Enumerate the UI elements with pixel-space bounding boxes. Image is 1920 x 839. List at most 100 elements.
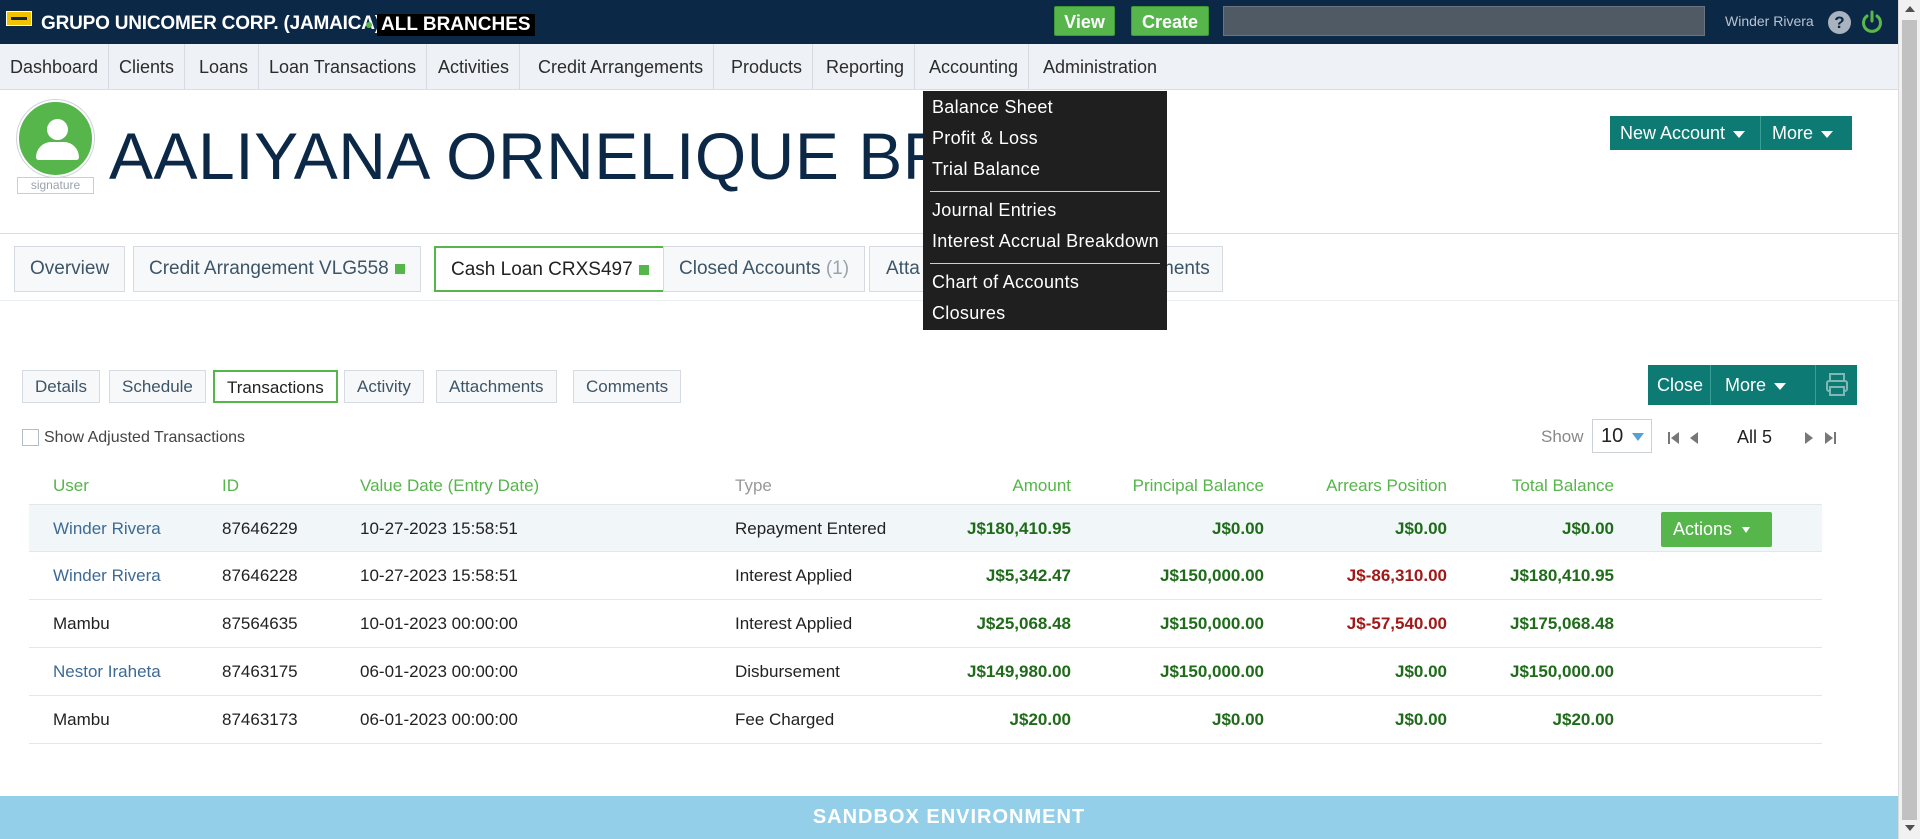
scroll-thumb[interactable] — [1902, 20, 1917, 820]
col-type-header[interactable]: Type — [735, 476, 772, 496]
search-input[interactable] — [1223, 6, 1705, 36]
row-user[interactable]: Winder Rivera — [53, 566, 161, 586]
branch-selector[interactable]: ALL BRANCHES — [377, 14, 535, 36]
chevron-down-icon — [1632, 433, 1644, 441]
row-user[interactable]: Winder Rivera — [53, 519, 161, 539]
chevron-down-icon — [1774, 382, 1787, 390]
subtab-attachments[interactable]: Attachments — [436, 370, 557, 403]
nav-activities[interactable]: Activities — [428, 44, 521, 90]
col-arrears-header[interactable]: Arrears Position — [1326, 476, 1447, 496]
nav-loans[interactable]: Loans — [189, 44, 260, 90]
nav-administration[interactable]: Administration — [1033, 44, 1167, 90]
branch-status-dot — [366, 22, 372, 28]
row-actions-button[interactable]: Actions — [1661, 512, 1772, 547]
row-principal: J$0.00 — [1212, 710, 1264, 729]
main-navigation: Dashboard Clients Loans Loan Transaction… — [0, 44, 1898, 90]
nav-accounting[interactable]: Accounting — [919, 44, 1030, 90]
menu-journal-entries[interactable]: Journal Entries — [932, 200, 1057, 221]
subtab-schedule[interactable]: Schedule — [109, 370, 206, 403]
col-value-date-header[interactable]: Value Date (Entry Date) — [360, 476, 539, 496]
accounting-dropdown-menu: Balance Sheet Profit & Loss Trial Balanc… — [923, 91, 1167, 330]
nav-reporting[interactable]: Reporting — [816, 44, 916, 90]
new-account-button[interactable]: New Account — [1610, 116, 1761, 150]
row-principal: J$150,000.00 — [1160, 566, 1264, 585]
row-date: 06-01-2023 00:00:00 — [360, 662, 518, 681]
avatar-head — [47, 119, 68, 140]
row-amount: J$180,410.95 — [967, 519, 1071, 538]
row-principal: J$150,000.00 — [1160, 662, 1264, 681]
menu-interest-accrual-breakdown[interactable]: Interest Accrual Breakdown — [932, 231, 1159, 252]
col-amount-header[interactable]: Amount — [1012, 476, 1071, 496]
row-date: 10-01-2023 00:00:00 — [360, 614, 518, 633]
row-principal: J$0.00 — [1212, 519, 1264, 538]
create-button[interactable]: Create — [1131, 6, 1209, 36]
page-scrollbar[interactable] — [1898, 0, 1920, 839]
next-page-icon[interactable] — [1803, 431, 1815, 445]
show-adjusted-label[interactable]: Show Adjusted Transactions — [44, 429, 245, 447]
tx-more-button[interactable]: More — [1711, 365, 1815, 405]
nav-credit-arrangements[interactable]: Credit Arrangements — [528, 44, 715, 90]
nav-loan-transactions[interactable]: Loan Transactions — [259, 44, 428, 90]
tab-credit-arrangement-label: Credit Arrangement VLG558 — [149, 258, 389, 279]
user-name[interactable]: Winder Rivera — [1725, 13, 1814, 29]
last-page-icon[interactable] — [1823, 431, 1837, 445]
tab-overview[interactable]: Overview — [14, 246, 126, 292]
tab-closed-accounts-label: Closed Accounts — [679, 258, 821, 279]
tab-credit-arrangement[interactable]: Credit Arrangement VLG558 — [133, 246, 421, 292]
subtab-activity[interactable]: Activity — [344, 370, 424, 403]
previous-page-icon[interactable] — [1688, 431, 1700, 445]
row-id: 87564635 — [222, 614, 298, 633]
table-row[interactable]: Winder Rivera 87646229 10-27-2023 15:58:… — [29, 504, 1822, 552]
row-type: Fee Charged — [735, 710, 835, 729]
scroll-down-arrow-icon[interactable] — [1905, 825, 1915, 831]
row-user: Mambu — [53, 710, 110, 729]
scroll-up-arrow-icon[interactable] — [1905, 6, 1915, 12]
row-amount: J$25,068.48 — [976, 614, 1071, 633]
menu-closures[interactable]: Closures — [932, 303, 1005, 324]
col-user-header[interactable]: User — [53, 476, 89, 496]
menu-balance-sheet[interactable]: Balance Sheet — [932, 97, 1053, 118]
tab-overview-label: Overview — [30, 258, 110, 279]
subtab-transactions[interactable]: Transactions — [213, 370, 338, 403]
menu-chart-of-accounts[interactable]: Chart of Accounts — [932, 272, 1079, 293]
pagination-all-label: All 5 — [1737, 427, 1773, 447]
menu-profit-loss[interactable]: Profit & Loss — [932, 128, 1038, 149]
help-icon[interactable]: ? — [1828, 11, 1851, 34]
table-row[interactable]: Mambu 87564635 10-01-2023 00:00:00 Inter… — [29, 600, 1822, 648]
tab-closed-accounts[interactable]: Closed Accounts (1) — [663, 246, 866, 292]
row-type: Interest Applied — [735, 614, 853, 633]
col-id-header[interactable]: ID — [222, 476, 239, 496]
subtab-details[interactable]: Details — [22, 370, 100, 403]
show-adjusted-checkbox[interactable] — [22, 429, 39, 446]
signature-label[interactable]: signature — [17, 177, 94, 194]
tab-attachments-label-start: Atta — [886, 258, 920, 279]
row-principal: J$150,000.00 — [1160, 614, 1264, 633]
row-id: 87646229 — [222, 519, 298, 538]
col-total-header[interactable]: Total Balance — [1512, 476, 1614, 496]
close-account-button[interactable]: Close — [1648, 365, 1711, 405]
row-type: Repayment Entered — [735, 519, 887, 538]
subtab-comments[interactable]: Comments — [573, 370, 682, 403]
nav-products[interactable]: Products — [721, 44, 814, 90]
first-page-icon[interactable] — [1667, 431, 1681, 445]
page-size-select[interactable]: 10 — [1592, 419, 1652, 453]
client-name-title: AALIYANA ORNELIQUE BRO — [109, 119, 1003, 193]
company-logo-icon — [6, 11, 32, 26]
table-row[interactable]: Winder Rivera 87646228 10-27-2023 15:58:… — [29, 552, 1822, 600]
table-row[interactable]: Nestor Iraheta 87463175 06-01-2023 00:00… — [29, 648, 1822, 696]
client-more-button[interactable]: More — [1761, 116, 1852, 150]
print-button[interactable] — [1815, 365, 1857, 405]
power-icon[interactable] — [1860, 10, 1884, 34]
menu-trial-balance[interactable]: Trial Balance — [932, 159, 1040, 180]
tab-cash-loan[interactable]: Cash Loan CRXS497 — [434, 246, 666, 292]
nav-dashboard[interactable]: Dashboard — [0, 44, 110, 90]
menu-divider — [930, 191, 1160, 192]
view-button[interactable]: View — [1054, 6, 1115, 36]
table-row[interactable]: Mambu 87463173 06-01-2023 00:00:00 Fee C… — [29, 696, 1822, 744]
col-principal-header[interactable]: Principal Balance — [1133, 476, 1264, 496]
menu-divider — [930, 263, 1160, 264]
active-status-icon — [638, 264, 649, 275]
client-avatar-icon[interactable] — [17, 100, 94, 177]
row-user[interactable]: Nestor Iraheta — [53, 662, 161, 682]
nav-clients[interactable]: Clients — [109, 44, 186, 90]
